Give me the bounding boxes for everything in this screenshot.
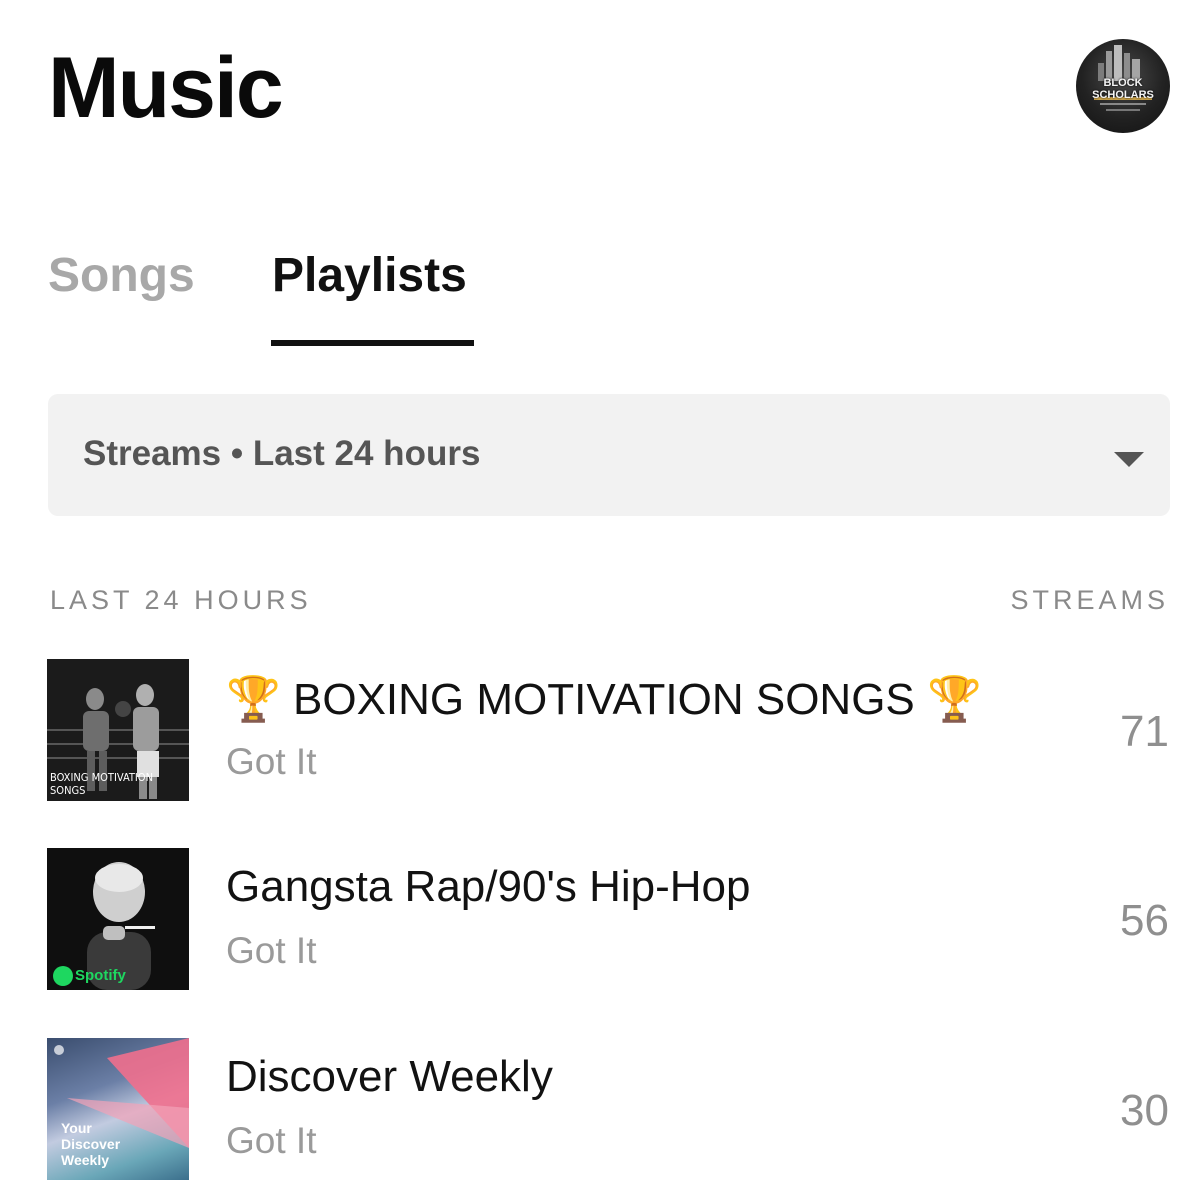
filter-label: Streams • Last 24 hours bbox=[83, 434, 481, 473]
playlist-owner: Got It bbox=[226, 930, 317, 971]
stream-count: 71 bbox=[1120, 707, 1169, 756]
playlist-owner: Got It bbox=[226, 741, 317, 782]
list-item[interactable]: Your Discover Weekly Discover Weekly Got… bbox=[0, 1038, 1181, 1183]
music-page: Music BLOCK SCHOLARS Songs Playlists Str… bbox=[0, 0, 1181, 1200]
stream-count: 30 bbox=[1120, 1086, 1169, 1135]
playlist-title: 🏆 BOXING MOTIVATION SONGS 🏆 bbox=[226, 675, 982, 724]
list-header-streams: STREAMS bbox=[1010, 585, 1169, 615]
playlist-cover-discover-weekly: Your Discover Weekly bbox=[47, 1038, 189, 1180]
avatar-logo-text: BLOCK SCHOLARS bbox=[1092, 77, 1154, 101]
cover-caption: Spotify bbox=[75, 967, 126, 984]
cover-caption: BOXING MOTIVATION SONGS bbox=[50, 771, 154, 797]
list-header-period: LAST 24 HOURS bbox=[50, 585, 312, 615]
playlist-cover-boxing: BOXING MOTIVATION SONGS bbox=[47, 659, 189, 801]
cover-caption: Your Discover Weekly bbox=[61, 1120, 121, 1168]
list-item[interactable]: Spotify Gangsta Rap/90's Hip-Hop Got It … bbox=[0, 848, 1181, 993]
stream-count: 56 bbox=[1120, 896, 1169, 945]
page-title: Music bbox=[48, 40, 284, 136]
avatar[interactable]: BLOCK SCHOLARS bbox=[1076, 39, 1170, 133]
tab-playlists[interactable]: Playlists bbox=[272, 248, 467, 303]
tab-songs[interactable]: Songs bbox=[48, 248, 195, 303]
playlist-title: Gangsta Rap/90's Hip-Hop bbox=[226, 862, 751, 911]
stream-filter-dropdown[interactable]: Streams • Last 24 hours bbox=[48, 394, 1170, 516]
tab-bar: Songs Playlists bbox=[48, 240, 648, 350]
dropdown-caret-icon bbox=[1114, 452, 1144, 467]
list-item[interactable]: BOXING MOTIVATION SONGS 🏆 BOXING MOTIVAT… bbox=[0, 659, 1181, 804]
playlist-title: Discover Weekly bbox=[226, 1052, 553, 1101]
active-tab-indicator bbox=[271, 340, 474, 346]
spotify-logo-icon bbox=[53, 966, 73, 986]
playlist-owner: Got It bbox=[226, 1120, 317, 1161]
playlist-cover-gangsta-rap: Spotify bbox=[47, 848, 189, 990]
